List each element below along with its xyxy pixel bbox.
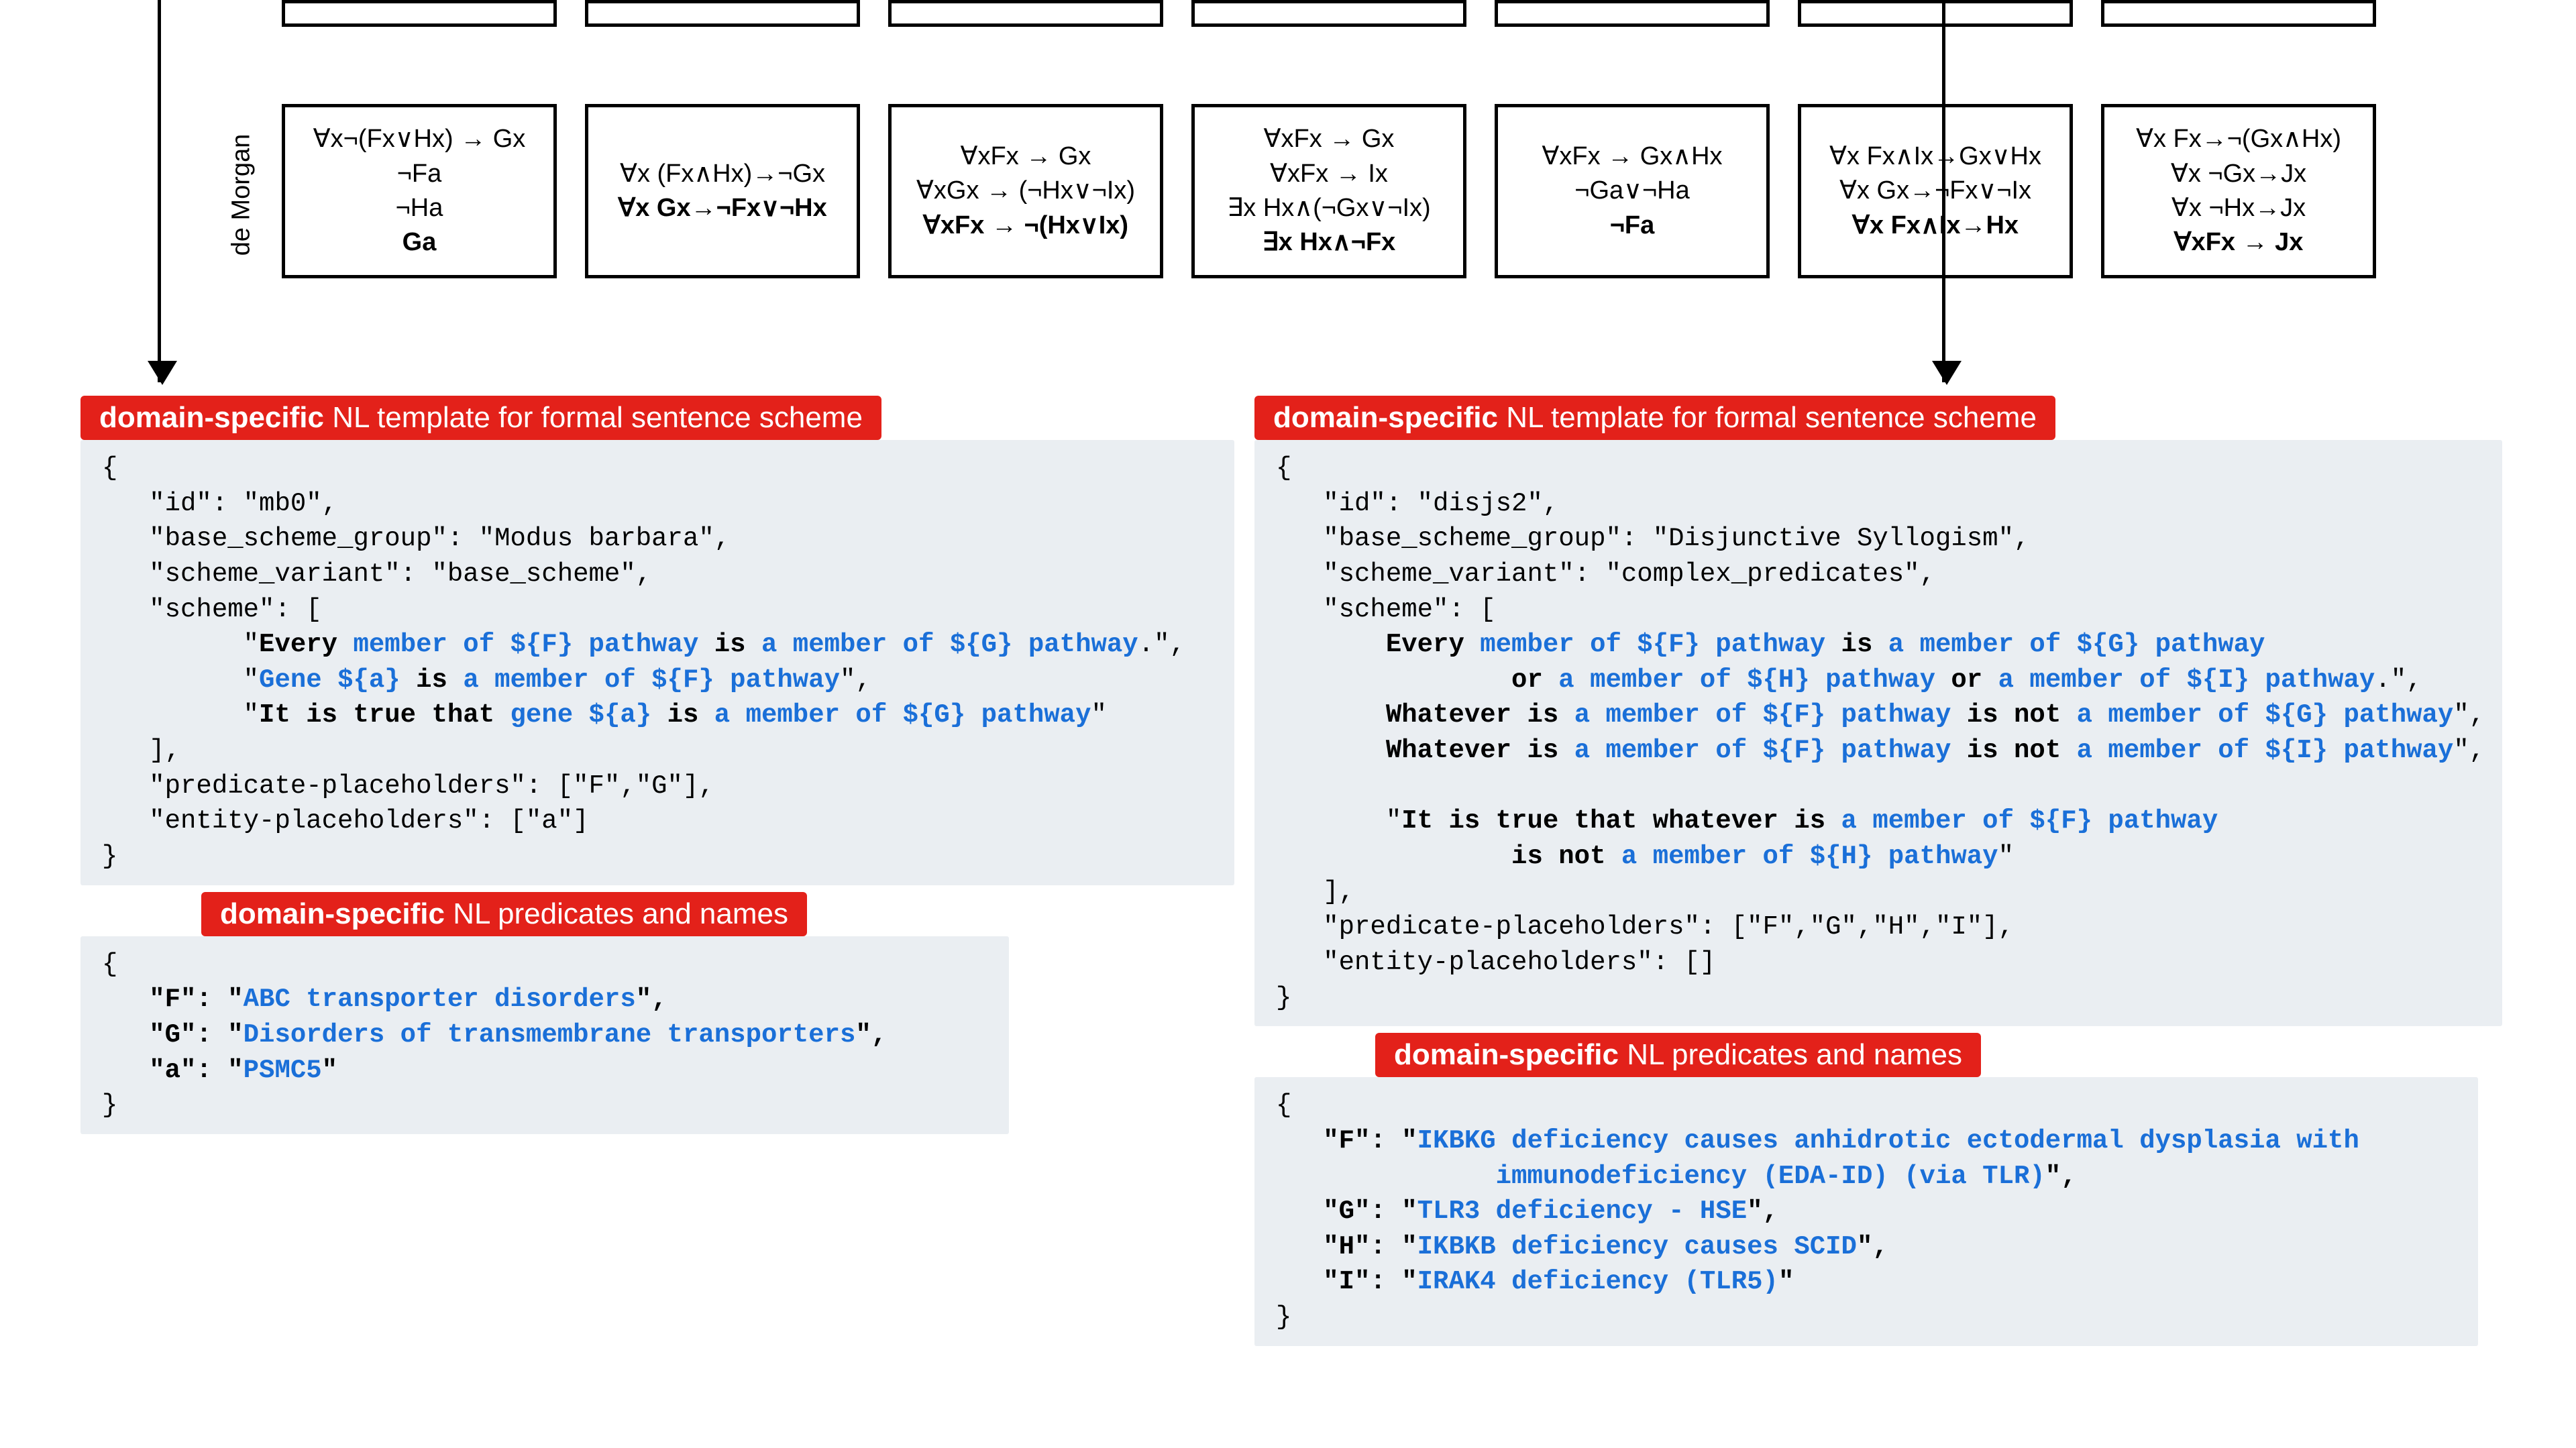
- logic-row-demorgan: ∀x¬(Fx∨Hx) → Gx¬Fa¬HaGa∀x (Fx∧Hx)→¬Gx∀x …: [282, 104, 2376, 278]
- logic-box-0: ∀x¬(Fx∨Hx) → Gx¬Fa¬HaGa: [282, 104, 557, 278]
- banner-predicates-left: domain-specific NL predicates and names: [201, 892, 807, 936]
- logic-box-stub: [1495, 0, 1770, 27]
- logic-box-1: ∀x (Fx∧Hx)→¬Gx∀x Gx→¬Fx∨¬Hx: [585, 104, 860, 278]
- code-left-predicates: { "F": "ABC transporter disorders", "G":…: [80, 936, 1009, 1134]
- logic-line: ∀xFx → Gx: [961, 140, 1091, 174]
- logic-line: ∀x ¬Gx→Jx: [2171, 157, 2306, 191]
- logic-box-stub: [585, 0, 860, 27]
- logic-box-2: ∀xFx → Gx∀xGx → (¬Hx∨¬Ix)∀xFx → ¬(Hx∨Ix): [888, 104, 1163, 278]
- logic-line: ∀x Fx∧Ix→Gx∨Hx: [1829, 140, 2041, 174]
- logic-line: ¬Ga∨¬Ha: [1574, 174, 1689, 208]
- logic-box-stub: [1798, 0, 2073, 27]
- logic-line: ∀xFx → Jx: [2174, 225, 2304, 260]
- logic-line: ∀x¬(Fx∨Hx) → Gx: [313, 122, 526, 156]
- banner-template-right: domain-specific NL template for formal s…: [1254, 396, 2055, 440]
- logic-line: ∀xFx → Ix: [1270, 157, 1388, 191]
- logic-row-top: [282, 0, 2376, 27]
- logic-line: ∀xGx → (¬Hx∨¬Ix): [916, 174, 1135, 208]
- logic-line: ∀xFx → Gx: [1264, 122, 1395, 156]
- banner-template-left: domain-specific NL template for formal s…: [80, 396, 881, 440]
- logic-box-stub: [282, 0, 557, 27]
- arrow-left: [158, 0, 161, 382]
- banner-predicates-right: domain-specific NL predicates and names: [1375, 1033, 1981, 1077]
- arrow-right: [1942, 0, 1945, 382]
- logic-box-stub: [1191, 0, 1466, 27]
- arrow-tick: [1942, 275, 2070, 278]
- code-right-template: { "id": "disjs2", "base_scheme_group": "…: [1254, 440, 2502, 1026]
- logic-line: ∀x Fx→¬(Gx∧Hx): [2136, 122, 2341, 156]
- logic-line: Ga: [402, 225, 437, 260]
- logic-line: ¬Fa: [397, 157, 442, 191]
- logic-line: ¬Ha: [396, 191, 443, 225]
- logic-box-6: ∀x Fx→¬(Gx∧Hx)∀x ¬Gx→Jx∀x ¬Hx→Jx∀xFx → J…: [2101, 104, 2376, 278]
- left-column: domain-specific NL template for formal s…: [80, 396, 1234, 1134]
- logic-line: ∀x ¬Hx→Jx: [2171, 191, 2306, 225]
- logic-line: ∀x (Fx∧Hx)→¬Gx: [620, 157, 825, 191]
- logic-line: ∃x Hx∧(¬Gx∨¬Ix): [1227, 191, 1430, 225]
- logic-box-5: ∀x Fx∧Ix→Gx∨Hx∀x Gx→¬Fx∨¬Ix∀x Fx∧Ix→Hx: [1798, 104, 2073, 278]
- right-column: domain-specific NL template for formal s…: [1254, 396, 2502, 1346]
- code-left-template: { "id": "mb0", "base_scheme_group": "Mod…: [80, 440, 1234, 885]
- logic-line: ∀x Gx→¬Fx∨¬Ix: [1839, 174, 2031, 208]
- logic-line: ∀xFx → ¬(Hx∨Ix): [923, 209, 1128, 243]
- logic-box-stub: [888, 0, 1163, 27]
- logic-line: ∃x Hx∧¬Fx: [1263, 225, 1396, 260]
- logic-line: ∀x Gx→¬Fx∨¬Hx: [618, 191, 827, 225]
- logic-box-4: ∀xFx → Gx∧Hx¬Ga∨¬Ha¬Fa: [1495, 104, 1770, 278]
- logic-line: ∀xFx → Gx∧Hx: [1542, 140, 1722, 174]
- logic-box-stub: [2101, 0, 2376, 27]
- row-label-demorgan: de Morgan: [228, 107, 255, 282]
- code-right-predicates: { "F": "IKBKG deficiency causes anhidrot…: [1254, 1077, 2478, 1345]
- logic-line: ¬Fa: [1610, 209, 1655, 243]
- logic-box-3: ∀xFx → Gx∀xFx → Ix∃x Hx∧(¬Gx∨¬Ix)∃x Hx∧¬…: [1191, 104, 1466, 278]
- logic-line: ∀x Fx∧Ix→Hx: [1852, 209, 2019, 243]
